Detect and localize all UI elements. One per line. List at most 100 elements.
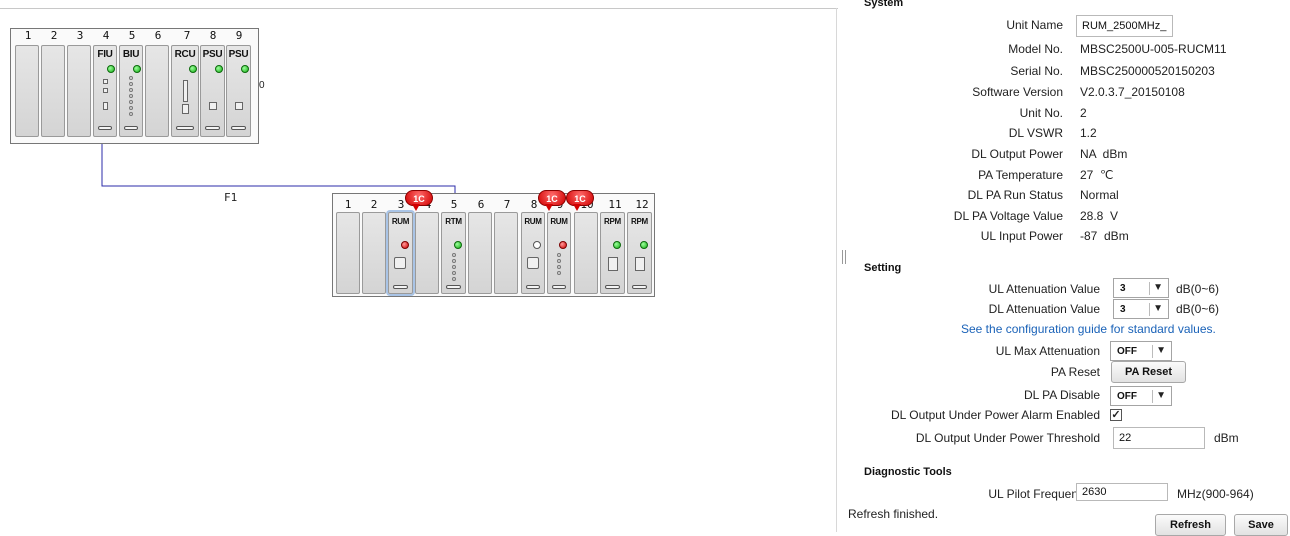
model-no-value: MBSC2500U-005-RUCM11 (1080, 42, 1227, 56)
status-led-red (559, 241, 567, 249)
card-rcu[interactable]: RCU (171, 45, 199, 137)
alarm-badge[interactable]: 1C (538, 190, 566, 211)
model-no-label: Model No. (1008, 42, 1063, 56)
ul-attenuation-select[interactable]: 3 ▼ (1113, 278, 1169, 298)
card-label: RPM (604, 217, 621, 226)
slot-number: 12 (635, 198, 649, 211)
save-button[interactable]: Save (1234, 514, 1288, 536)
refresh-button[interactable]: Refresh (1155, 514, 1226, 536)
serial-no-value: MBSC250000520150203 (1080, 64, 1215, 78)
card-handle (176, 126, 194, 130)
slot-number: 6 (477, 198, 485, 211)
empty-slot[interactable] (67, 45, 91, 137)
empty-slot[interactable] (494, 212, 518, 294)
dl-attenuation-select[interactable]: 3 ▼ (1113, 299, 1169, 319)
threshold-input[interactable]: 22 (1113, 427, 1205, 449)
slot-number: 4 (102, 29, 110, 42)
card-handle (205, 126, 220, 130)
dl-output-power-value: NA dBm (1080, 147, 1128, 161)
configuration-guide-link[interactable]: See the configuration guide for standard… (961, 322, 1216, 336)
empty-slot[interactable] (574, 212, 598, 294)
alarm-badge[interactable]: 1C (566, 190, 594, 211)
pa-temperature-value: 27 ℃ (1080, 168, 1114, 182)
slot-number: 8 (209, 29, 217, 42)
upper-shelf[interactable]: 1 2 3 4 5 6 7 8 9 FIU BIU RCU PSU PSU (10, 28, 259, 144)
alarm-enabled-label: DL Output Under Power Alarm Enabled (891, 408, 1100, 422)
empty-slot[interactable] (15, 45, 39, 137)
unit-no-value: 2 (1080, 106, 1087, 120)
port (103, 88, 108, 93)
section-title-diagnostic: Diagnostic Tools (864, 466, 952, 478)
status-led-green (215, 65, 223, 73)
card-handle (98, 126, 112, 130)
power-switch (635, 257, 645, 271)
empty-slot[interactable] (145, 45, 169, 137)
select-divider (1149, 303, 1150, 316)
empty-slot[interactable] (415, 212, 439, 294)
power-switch (209, 102, 217, 110)
power-switch (608, 257, 618, 271)
status-message: Refresh finished. (848, 507, 939, 521)
card-rpm[interactable]: RPM (627, 212, 652, 294)
select-value: OFF (1117, 346, 1137, 357)
card-rum[interactable]: RUM (521, 212, 545, 294)
chevron-down-icon[interactable]: ▼ (1156, 390, 1166, 401)
chevron-down-icon[interactable]: ▼ (1153, 303, 1163, 314)
card-label: RTM (445, 217, 462, 226)
splitter-grip-icon[interactable] (842, 250, 846, 264)
pa-reset-button[interactable]: PA Reset (1111, 361, 1186, 383)
card-label: PSU (228, 49, 249, 60)
empty-slot[interactable] (336, 212, 360, 294)
card-fiu[interactable]: FIU (93, 45, 117, 137)
card-rum-selected[interactable]: RUM (388, 212, 413, 294)
status-led-green (241, 65, 249, 73)
topology-canvas[interactable]: F1 1 2 3 4 5 6 7 8 9 FIU BIU RCU PSU PSU… (0, 0, 838, 532)
ul-max-attenuation-label: UL Max Attenuation (995, 344, 1100, 358)
card-psu[interactable]: PSU (226, 45, 251, 137)
card-label: BIU (122, 49, 140, 60)
empty-slot[interactable] (362, 212, 386, 294)
ul-pilot-frequency-input[interactable]: 2630 (1076, 483, 1168, 501)
empty-slot[interactable] (468, 212, 492, 294)
select-value: 3 (1120, 304, 1126, 315)
card-handle (632, 285, 647, 289)
empty-slot[interactable] (41, 45, 65, 137)
dl-attenuation-range: dB(0~6) (1176, 302, 1220, 316)
alarm-badge[interactable]: 1C (405, 190, 433, 211)
slot-number: 2 (50, 29, 58, 42)
unit-name-label: Unit Name (1006, 18, 1063, 32)
chevron-down-icon[interactable]: ▼ (1153, 282, 1163, 293)
ul-pilot-frequency-label: UL Pilot Frequency (988, 487, 1090, 501)
status-led-green (107, 65, 115, 73)
card-psu[interactable]: PSU (200, 45, 225, 137)
dl-pa-disable-select[interactable]: OFF ▼ (1110, 386, 1172, 406)
card-label: FIU (97, 49, 113, 60)
panel-splitter[interactable] (840, 0, 848, 532)
dl-pa-voltage-label: DL PA Voltage Value (953, 209, 1063, 223)
card-label: RUM (391, 217, 410, 226)
unit-name-input[interactable]: RUM_2500MHz_ (1076, 15, 1173, 37)
card-rpm[interactable]: RPM (600, 212, 625, 294)
ul-attenuation-label: UL Attenuation Value (988, 282, 1100, 296)
dl-attenuation-label: DL Attenuation Value (988, 302, 1100, 316)
port (527, 257, 539, 269)
dl-vswr-label: DL VSWR (1008, 126, 1063, 140)
ul-pilot-frequency-unit: MHz(900-964) (1177, 487, 1254, 501)
port-column (129, 76, 133, 118)
lower-shelf[interactable]: 1 2 3 4 5 6 7 8 9 10 11 12 RUM RTM (332, 193, 655, 297)
card-label: RUM (524, 217, 542, 226)
slot-number: 5 (128, 29, 136, 42)
slot-number: 3 (76, 29, 84, 42)
chevron-down-icon[interactable]: ▼ (1156, 345, 1166, 356)
ul-max-attenuation-select[interactable]: OFF ▼ (1110, 341, 1172, 361)
section-title-system: System (864, 0, 904, 9)
card-rum[interactable]: RUM (547, 212, 571, 294)
serial-no-label: Serial No. (1010, 64, 1063, 78)
card-rtm[interactable]: RTM (441, 212, 466, 294)
card-biu[interactable]: BIU (119, 45, 143, 137)
port (103, 102, 108, 110)
status-led-green (640, 241, 648, 249)
card-label: RCU (174, 49, 196, 60)
software-version-value: V2.0.3.7_20150108 (1080, 85, 1185, 99)
alarm-enabled-checkbox[interactable]: ✓ (1110, 409, 1122, 421)
